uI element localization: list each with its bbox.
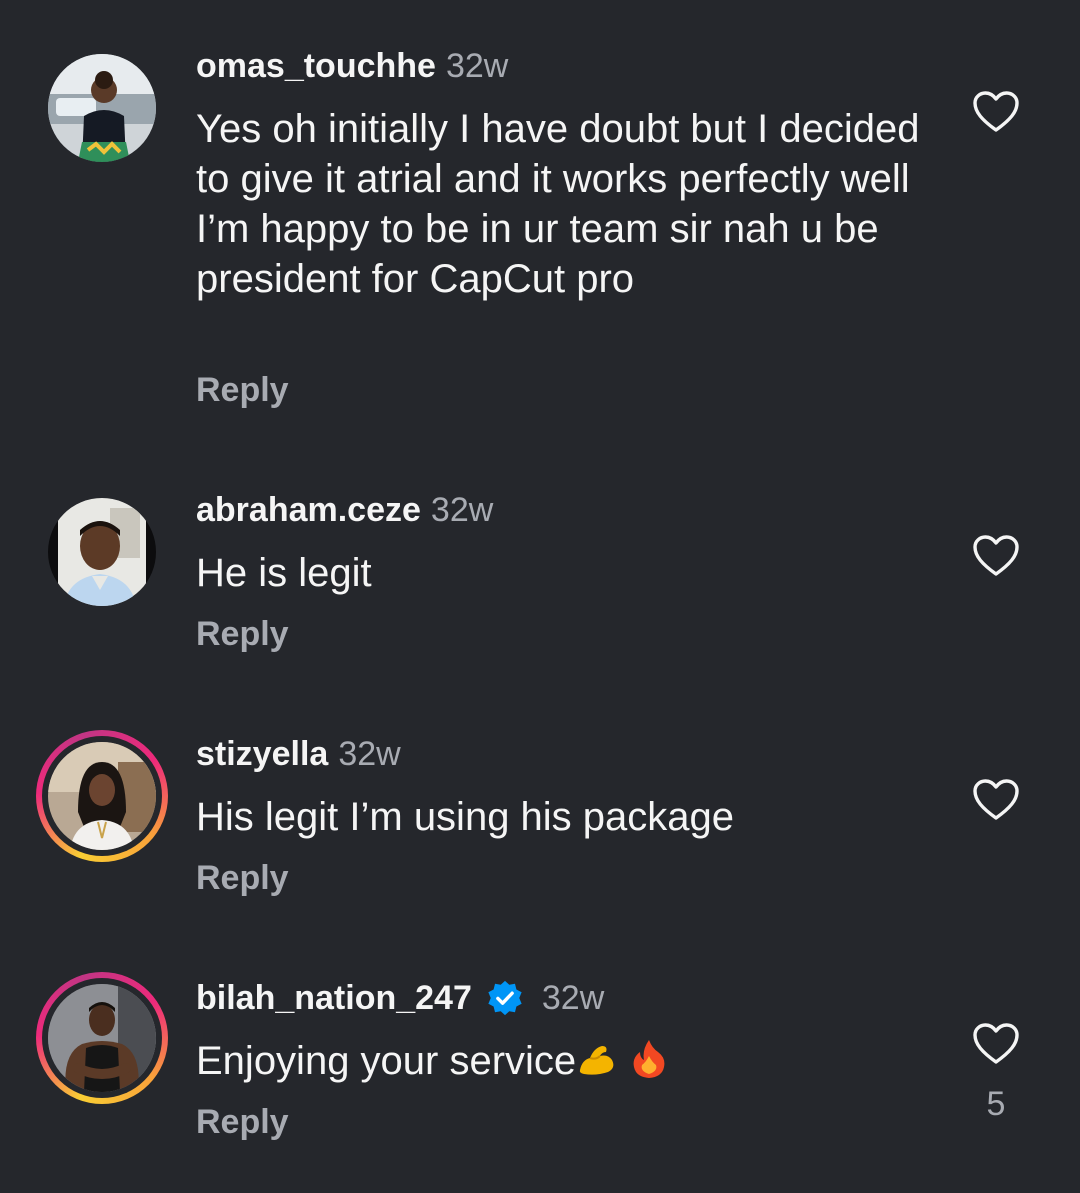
like-count: 5 <box>986 1085 1006 1123</box>
avatar-image <box>48 742 156 850</box>
heart-outline-icon[interactable] <box>972 90 1020 134</box>
heart-outline-icon[interactable] <box>972 1022 1020 1066</box>
verified-badge-icon <box>488 980 522 1016</box>
username[interactable]: abraham.ceze <box>196 491 421 529</box>
timestamp: 32w <box>430 491 494 529</box>
username[interactable]: bilah_nation_247 <box>196 979 472 1017</box>
avatar-image <box>48 54 156 162</box>
avatar[interactable] <box>48 54 156 162</box>
timestamp: 32w <box>338 735 401 773</box>
avatar[interactable] <box>48 498 156 606</box>
username[interactable]: omas_touchhe <box>196 47 436 85</box>
comment-text-body: Enjoying your service <box>196 1039 577 1083</box>
heart-outline-icon[interactable] <box>972 534 1020 578</box>
comment-text: Enjoying your service <box>196 1036 926 1086</box>
comment-text: His legit I’m using his package <box>196 795 735 839</box>
avatar-image <box>48 984 156 1092</box>
avatar-story-ring[interactable] <box>36 730 168 862</box>
comment-text: He is legit <box>196 551 372 595</box>
username[interactable]: stizyella <box>196 735 328 773</box>
comment-header: stizyella 32w <box>196 734 401 774</box>
reply-button[interactable]: Reply <box>196 614 289 654</box>
flexed-biceps-emoji <box>580 1046 614 1075</box>
reply-button[interactable]: Reply <box>196 858 289 898</box>
comment-header: bilah_nation_247 32w <box>196 978 604 1018</box>
comment-header: omas_touchhe 32w <box>196 46 508 86</box>
avatar-ring-gap <box>42 736 162 856</box>
comment-header: abraham.ceze 32w <box>196 490 493 530</box>
avatar-story-ring[interactable] <box>36 972 168 1104</box>
heart-outline-icon[interactable] <box>972 778 1020 822</box>
reply-button[interactable]: Reply <box>196 1102 289 1142</box>
timestamp: 32w <box>541 979 605 1017</box>
avatar-ring-gap <box>42 978 162 1098</box>
fire-emoji <box>633 1040 665 1078</box>
reply-button[interactable]: Reply <box>196 370 289 410</box>
avatar-image <box>48 498 156 606</box>
timestamp: 32w <box>445 47 509 85</box>
comment-text: Yes oh initially I have doubt but I deci… <box>196 107 920 301</box>
